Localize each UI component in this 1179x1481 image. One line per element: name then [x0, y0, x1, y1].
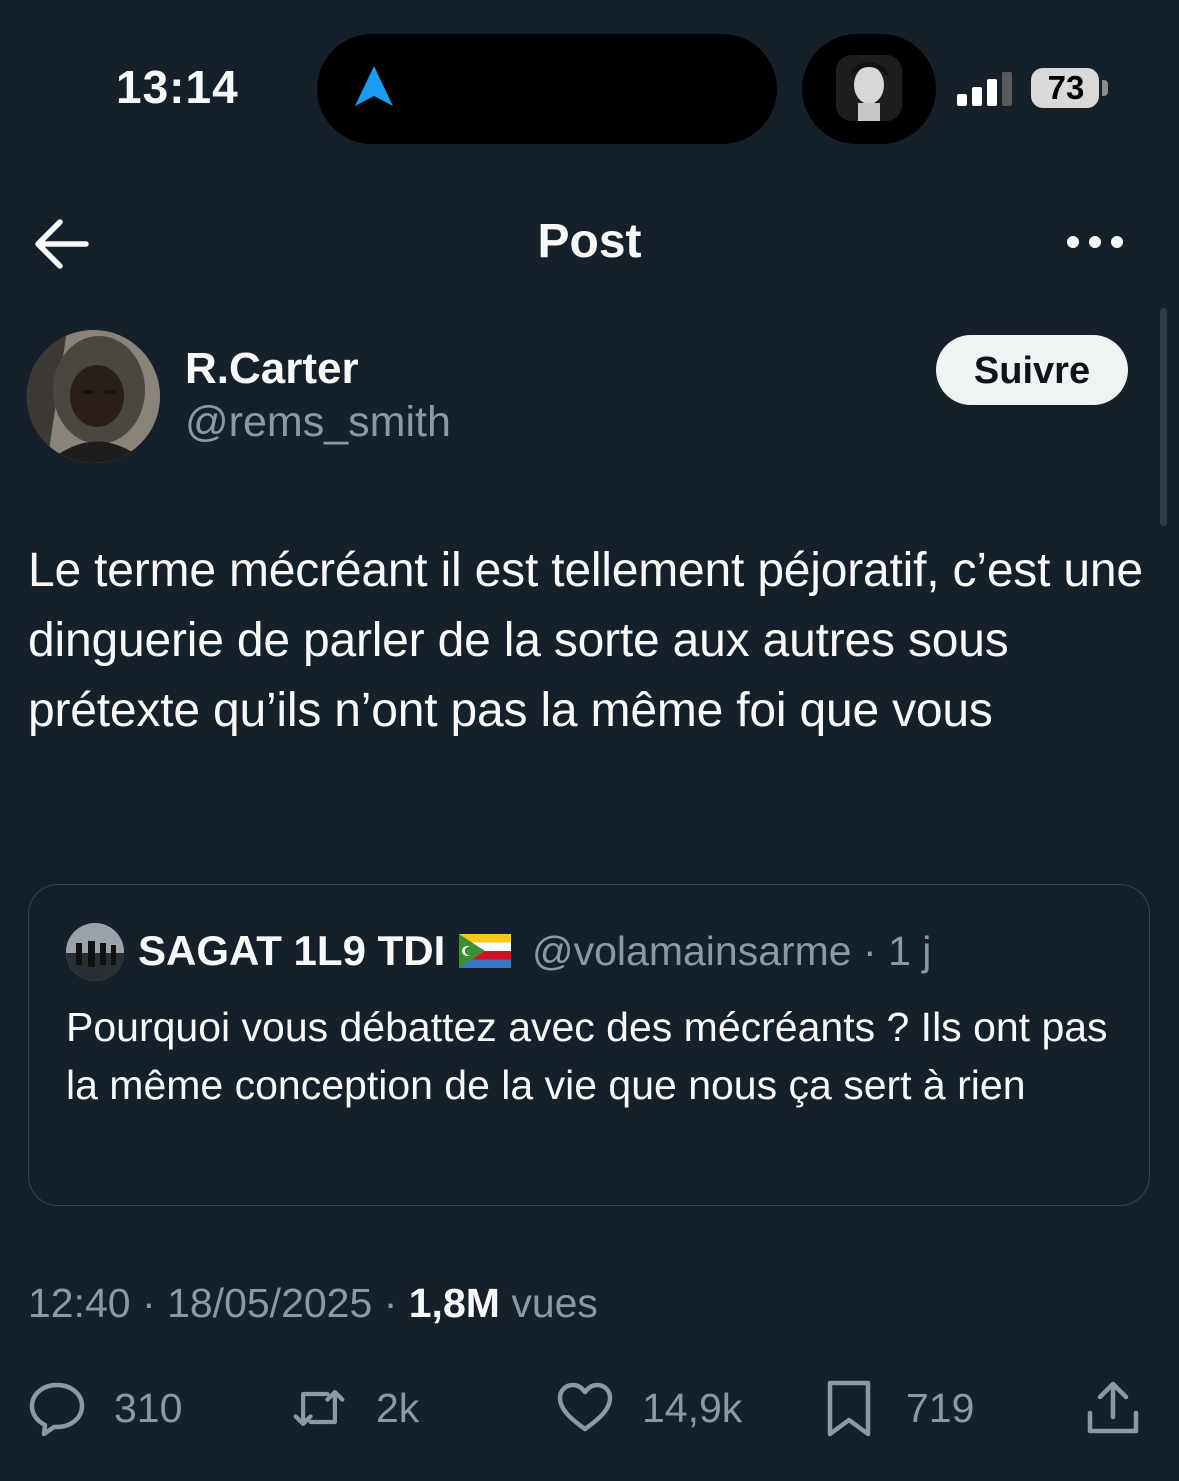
heart-icon	[557, 1382, 613, 1432]
quoted-author-handle-and-age: @volamainsarme · 1 j	[532, 928, 931, 975]
separator: ·	[142, 1280, 156, 1326]
more-options-icon[interactable]	[1064, 222, 1126, 262]
views-label: vues	[511, 1280, 598, 1326]
quoted-author-name[interactable]: SAGAT 1L9 TDI	[138, 927, 445, 975]
navigation-arrow-icon	[355, 66, 393, 106]
activity-thumbnail	[836, 55, 902, 121]
quoted-post-age: 1 j	[888, 928, 932, 974]
quoted-author-handle[interactable]: @volamainsarme	[532, 928, 852, 974]
post-metadata: 12:40 · 18/05/2025 · 1,8M vues	[28, 1280, 598, 1327]
post-date[interactable]: 18/05/2025	[167, 1280, 372, 1326]
signal-strength-icon	[957, 72, 1012, 106]
repost-icon	[293, 1389, 345, 1427]
bookmark-icon	[827, 1380, 871, 1437]
author-handle[interactable]: @rems_smith	[185, 398, 451, 447]
status-time: 13:14	[116, 61, 239, 113]
share-icon	[1087, 1381, 1139, 1434]
like-button[interactable]: 14,9k	[556, 1378, 742, 1438]
author-name[interactable]: R.Carter	[185, 344, 359, 394]
repost-button[interactable]: 2k	[290, 1378, 419, 1438]
post-time[interactable]: 12:40	[28, 1280, 131, 1326]
like-count: 14,9k	[642, 1384, 743, 1431]
share-button[interactable]	[1084, 1378, 1142, 1438]
views-count[interactable]: 1,8M	[409, 1280, 500, 1326]
separator: ·	[863, 928, 877, 974]
scrollbar[interactable]	[1160, 308, 1167, 526]
repost-count: 2k	[376, 1384, 420, 1431]
page-title: Post	[537, 215, 642, 268]
quoted-author-avatar[interactable]	[66, 923, 124, 981]
reply-icon	[29, 1382, 85, 1437]
reply-button[interactable]: 310	[28, 1378, 182, 1438]
quoted-post-text: Pourquoi vous débattez avec des mécréant…	[66, 1004, 1108, 1108]
post-text: Le terme mécréant il est tellement péjor…	[28, 544, 1143, 737]
battery-indicator: 73	[1031, 68, 1109, 108]
follow-button[interactable]: Suivre	[936, 335, 1128, 405]
battery-level: 73	[1047, 69, 1085, 106]
comoros-flag-icon	[459, 934, 511, 968]
author-avatar[interactable]	[27, 330, 160, 463]
reply-count: 310	[114, 1384, 183, 1431]
bookmark-count: 719	[906, 1384, 975, 1431]
bookmark-button[interactable]: 719	[820, 1378, 974, 1438]
separator: ·	[383, 1280, 398, 1326]
